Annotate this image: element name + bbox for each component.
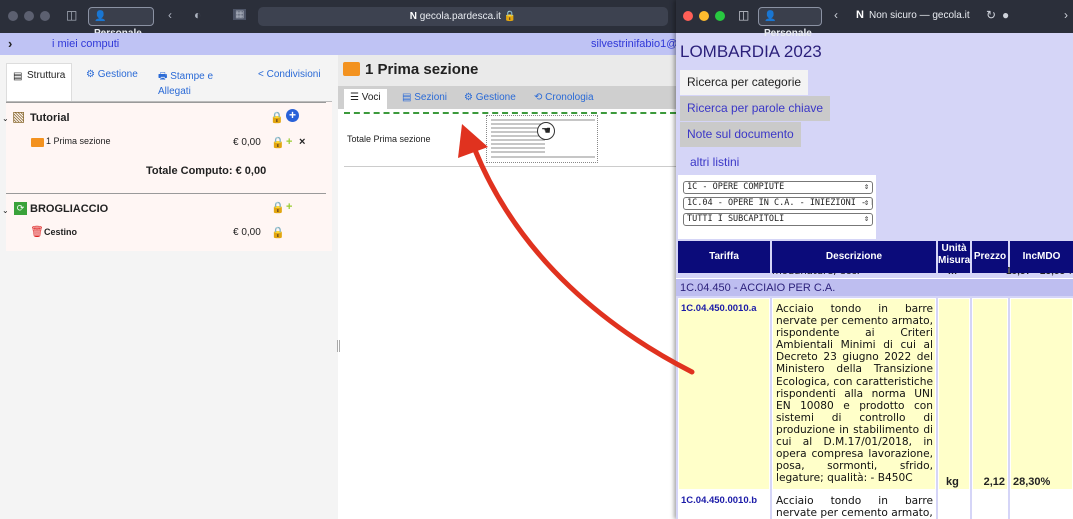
- arrow-head: [458, 124, 488, 158]
- arrow-shaft: [472, 147, 695, 375]
- annotation-arrow: [458, 124, 695, 375]
